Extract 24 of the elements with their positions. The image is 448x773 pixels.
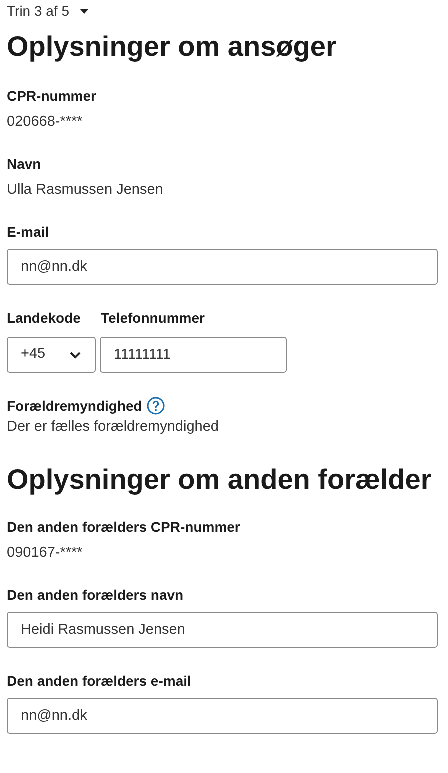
field-label: Den anden forælders navn: [7, 586, 185, 604]
caret-icon: [80, 8, 89, 14]
chevron-down-icon: [70, 352, 81, 358]
input-field[interactable]: nn@nn.dk: [7, 249, 438, 285]
field-value: 020668-****: [7, 113, 84, 131]
field-label: E-mail: [7, 223, 50, 241]
country-code-select[interactable]: +45: [7, 337, 96, 373]
help-icon[interactable]: [147, 397, 166, 415]
input-field[interactable]: Heidi Rasmussen Jensen: [7, 612, 438, 648]
field-value: Ulla Rasmussen Jensen: [7, 181, 164, 199]
field-value: Der er fælles forældremyndighed: [7, 418, 220, 436]
section-heading: Oplysninger om ansøger: [7, 30, 338, 64]
field-label: Forældremyndighed: [7, 397, 142, 415]
step-dropdown[interactable]: Trin 3 af 5: [7, 1, 89, 21]
field-label: Den anden forælders CPR-nummer: [7, 518, 242, 536]
field-label: Navn: [7, 155, 42, 173]
section-heading: Oplysninger om anden forælder: [7, 463, 433, 497]
field-value: 090167-****: [7, 544, 84, 562]
input-field[interactable]: 11111111: [100, 337, 287, 373]
field-label: CPR-nummer: [7, 87, 98, 105]
field-label: Landekode: [7, 309, 82, 327]
field-label: Telefonnummer: [101, 309, 206, 327]
input-field[interactable]: nn@nn.dk: [7, 698, 438, 734]
field-label: Den anden forælders e-mail: [7, 672, 192, 690]
